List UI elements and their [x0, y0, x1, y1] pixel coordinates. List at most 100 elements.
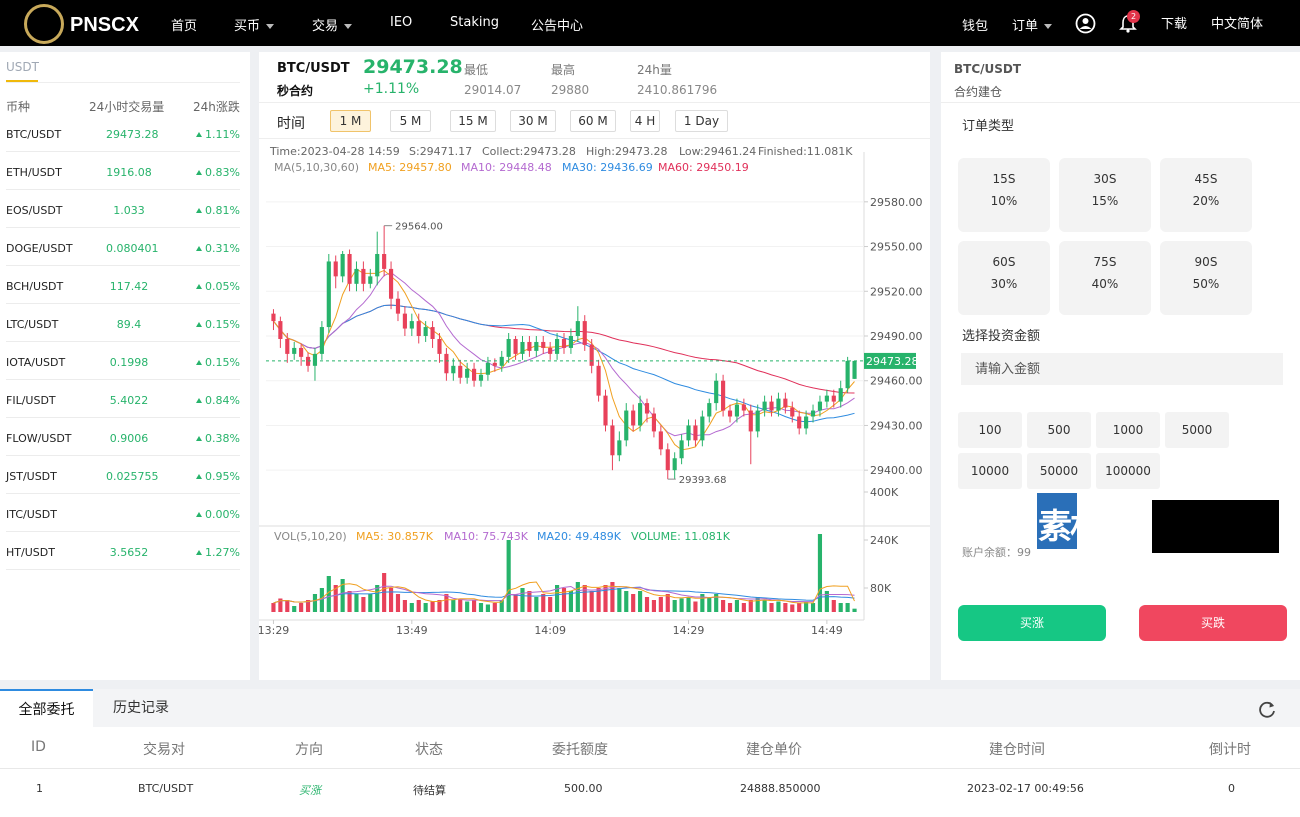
candle [679, 440, 684, 459]
market-row[interactable]: DOGE/USDT 0.080401 0.31% [6, 228, 240, 266]
amount-option[interactable]: 1000 [1096, 412, 1160, 448]
market-row[interactable]: BTC/USDT 29473.28 1.11% [6, 114, 240, 152]
candle [790, 407, 795, 417]
buy-down-button[interactable]: 买跌 [1139, 605, 1287, 641]
nav-announcements[interactable]: 公告中心 [531, 15, 583, 34]
cell-status: 待结算 [413, 784, 446, 797]
market-row[interactable]: FLOW/USDT 0.9006 0.38% [6, 418, 240, 456]
volume-bar [492, 603, 497, 612]
vol-ma10: MA10: 75.743K [444, 530, 528, 543]
tab-all-orders[interactable]: 全部委托 [0, 689, 93, 727]
refresh-icon[interactable] [1257, 699, 1277, 719]
volume-bar [617, 588, 622, 612]
market-row[interactable]: BCH/USDT 117.42 0.05% [6, 266, 240, 304]
vol-tick-label: 240K [870, 534, 899, 547]
market-row[interactable]: ETH/USDT 1916.08 0.83% [6, 152, 240, 190]
candle [700, 416, 705, 441]
market-change: 0.00% [196, 508, 240, 521]
duration-option[interactable]: 15S 10% [958, 158, 1050, 232]
col-amount: 委托额度 [552, 742, 608, 758]
candle [665, 449, 670, 471]
volume-bar [631, 594, 636, 612]
volume-bar [430, 601, 435, 612]
market-row[interactable]: ITC/USDT 0.00% [6, 494, 240, 532]
tab-history[interactable]: 历史记录 [93, 689, 189, 727]
candle [465, 368, 470, 378]
candle [340, 254, 345, 277]
volume-bar [686, 597, 691, 612]
nav-buy-coin[interactable]: 买币 [234, 15, 275, 34]
ma10-line [273, 272, 855, 437]
market-change: 0.31% [196, 242, 240, 255]
duration-option[interactable]: 90S 50% [1160, 241, 1252, 315]
candle [444, 353, 449, 374]
candle [755, 410, 760, 432]
logo[interactable]: PNSCX [24, 4, 144, 44]
candle [624, 410, 629, 441]
amount-option[interactable]: 10000 [958, 453, 1022, 489]
candle [582, 321, 587, 345]
chart-panel: BTC/USDT 秒合约 29473.28 +1.11% 最低 29014.07… [259, 52, 930, 680]
ma30-line [273, 304, 855, 423]
duration-option[interactable]: 45S 20% [1160, 158, 1252, 232]
candle [797, 416, 802, 429]
market-row[interactable]: EOS/USDT 1.033 0.81% [6, 190, 240, 228]
candle [845, 360, 850, 389]
arrow-up-icon [196, 322, 203, 327]
market-price: 1916.08 [106, 166, 152, 179]
candle [527, 341, 532, 351]
header-change: 24h涨跌 [193, 100, 240, 114]
market-pair: FIL/USDT [6, 394, 56, 407]
volume-bar [527, 591, 532, 612]
kline-chart[interactable]: 29580.00 29550.00 29520.00 29490.00 29460.00… [259, 52, 930, 680]
nav-home[interactable]: 首页 [171, 15, 197, 34]
duration-option[interactable]: 30S 15% [1059, 158, 1151, 232]
duration-option[interactable]: 75S 40% [1059, 241, 1151, 315]
volume-bar [319, 588, 324, 612]
market-row[interactable]: LTC/USDT 89.4 0.15% [6, 304, 240, 342]
market-row[interactable]: IOTA/USDT 0.1998 0.15% [6, 342, 240, 380]
arrow-up-icon [196, 474, 203, 479]
candle [644, 403, 650, 414]
candle [430, 327, 435, 339]
nav-staking[interactable]: Staking [450, 15, 499, 30]
nav-wallet[interactable]: 钱包 [962, 15, 988, 34]
tab-usdt[interactable]: USDT [6, 60, 39, 82]
volume-bar [361, 597, 366, 612]
candle [520, 341, 525, 354]
current-price-label: 29473.28 [866, 355, 919, 368]
user-icon[interactable] [1075, 13, 1096, 34]
duration-time: 60S [992, 255, 1016, 269]
nav-trade[interactable]: 交易 [312, 15, 353, 34]
market-change: 0.38% [196, 432, 240, 445]
market-pair: EOS/USDT [6, 204, 63, 217]
candle [423, 327, 428, 336]
amount-option[interactable]: 500 [1027, 412, 1091, 448]
market-pair: BCH/USDT [6, 280, 64, 293]
vol-ma20: MA20: 49.489K [537, 530, 621, 543]
amount-option[interactable]: 100000 [1096, 453, 1160, 489]
nav-download[interactable]: 下载 [1161, 13, 1187, 32]
chevron-down-icon [1044, 24, 1053, 29]
candle [852, 360, 857, 379]
market-row[interactable]: HT/USDT 3.5652 1.27% [6, 532, 240, 570]
amount-option[interactable]: 5000 [1165, 412, 1229, 448]
market-row[interactable]: JST/USDT 0.025755 0.95% [6, 456, 240, 494]
order-type-label: 订单类型 [962, 119, 1015, 134]
amount-option[interactable]: 50000 [1027, 453, 1091, 489]
nav-orders[interactable]: 订单 [1012, 15, 1053, 34]
nav-ieo[interactable]: IEO [390, 15, 412, 30]
buy-up-button[interactable]: 买涨 [958, 605, 1106, 641]
volume-bar [285, 600, 290, 612]
volume-bar [651, 600, 657, 612]
amount-option[interactable]: 100 [958, 412, 1022, 448]
language-selector[interactable]: 中文简体 [1211, 13, 1263, 32]
duration-time: 30S [1093, 172, 1117, 186]
market-price: 0.080401 [106, 242, 159, 255]
market-price: 117.42 [109, 280, 149, 293]
market-row[interactable]: FIL/USDT 5.4022 0.84% [6, 380, 240, 418]
candle [319, 327, 324, 354]
duration-option[interactable]: 60S 30% [958, 241, 1050, 315]
volume-bar [582, 585, 587, 612]
amount-input[interactable] [961, 353, 1283, 385]
